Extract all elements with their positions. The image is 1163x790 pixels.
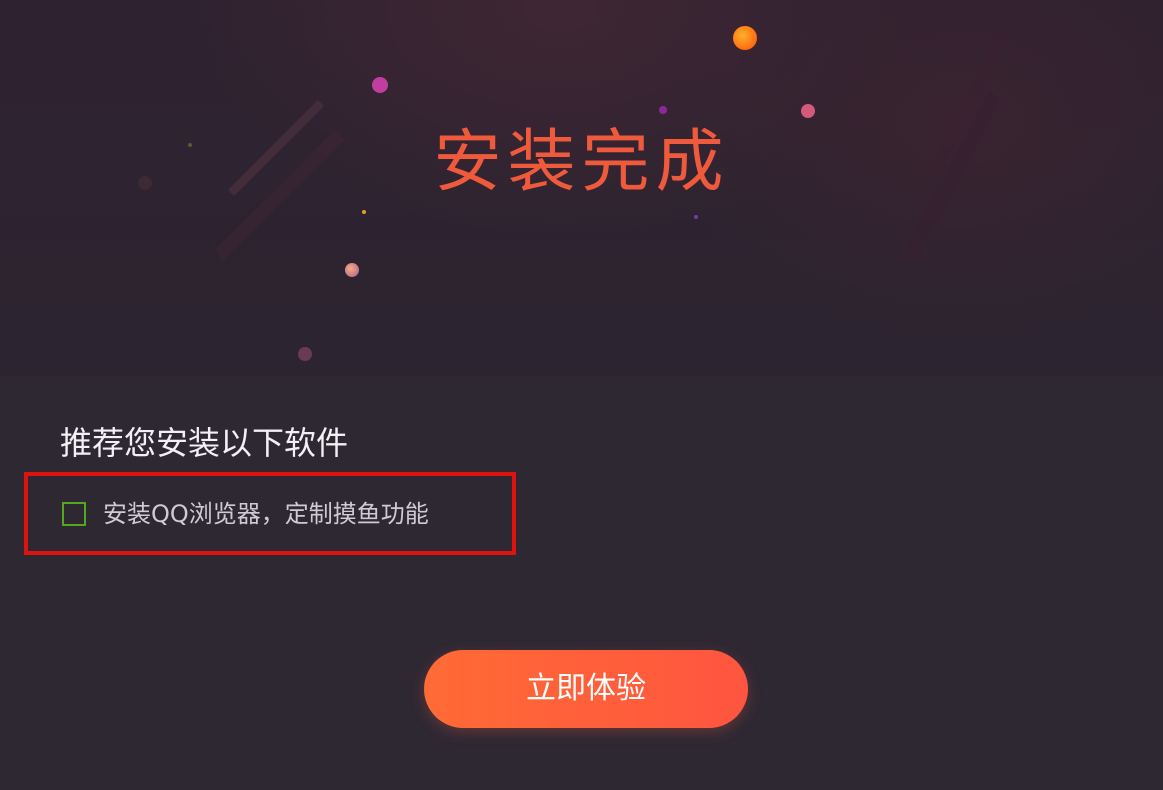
recommend-heading: 推荐您安装以下软件 xyxy=(60,424,349,462)
install-complete-title: 安装完成 xyxy=(433,123,730,202)
purple-dot xyxy=(659,106,667,114)
installer-window: 安装完成 推荐您安装以下软件 安装QQ浏览器，定制摸鱼功能 立即体验 xyxy=(0,0,1163,790)
completion-banner: 安装完成 xyxy=(0,0,1163,376)
pink-orb xyxy=(801,104,815,118)
mauve-orb xyxy=(298,347,312,361)
magenta-orb xyxy=(372,77,388,93)
install-qq-browser-option[interactable]: 安装QQ浏览器，定制摸鱼功能 xyxy=(62,496,429,532)
experience-now-button[interactable]: 立即体验 xyxy=(424,650,748,728)
orange-orb xyxy=(733,26,757,50)
install-qq-browser-checkbox[interactable] xyxy=(62,502,86,526)
install-qq-browser-label[interactable]: 安装QQ浏览器，定制摸鱼功能 xyxy=(103,496,429,532)
peach-orb xyxy=(345,263,359,277)
gold-dot xyxy=(362,210,366,214)
purple-dot xyxy=(694,215,698,219)
